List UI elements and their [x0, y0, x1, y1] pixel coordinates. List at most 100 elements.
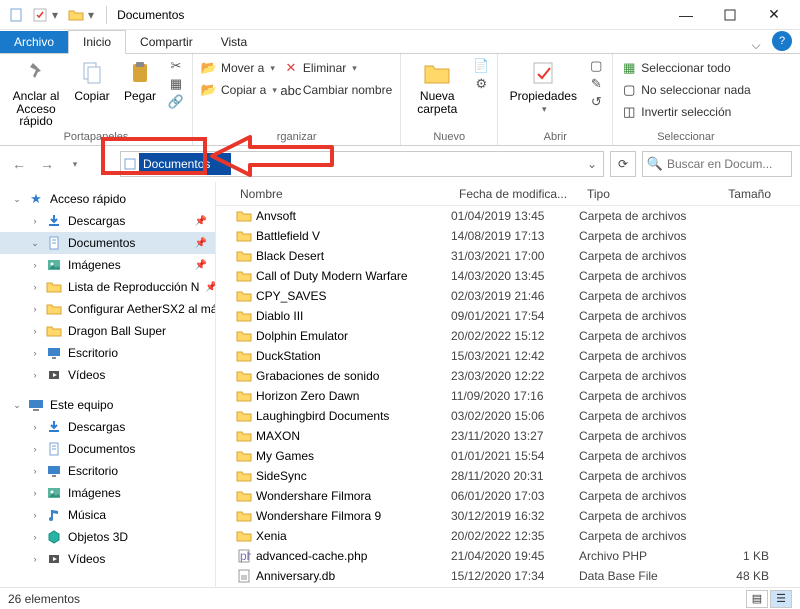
file-row[interactable]: Anniversary.db15/12/2020 17:34Data Base …: [216, 566, 800, 586]
file-row[interactable]: CPY_SAVES02/03/2019 21:46Carpeta de arch…: [216, 286, 800, 306]
invert-selection-button[interactable]: ◫Invertir selección: [621, 102, 750, 122]
file-type: Carpeta de archivos: [579, 389, 709, 403]
file-date: 11/09/2020 17:16: [451, 389, 579, 403]
easy-access-icon[interactable]: ⚙: [473, 76, 489, 92]
nav-item[interactable]: ›Configurar AetherSX2 al má: [0, 298, 215, 320]
paste-icon: [125, 58, 155, 88]
qat-file-icon[interactable]: [8, 7, 24, 23]
invert-selection-icon: ◫: [621, 104, 637, 120]
file-row[interactable]: MAXON23/11/2020 13:27Carpeta de archivos: [216, 426, 800, 446]
this-pc-header[interactable]: ⌄ Este equipo: [0, 394, 215, 416]
open-icon[interactable]: ▢: [588, 58, 604, 74]
move-to-button[interactable]: 📂Mover a▾: [201, 58, 277, 78]
nav-item[interactable]: ›Escritorio: [0, 342, 215, 364]
view-details-button[interactable]: ☰: [770, 590, 792, 608]
nav-item[interactable]: ›Descargas: [0, 416, 215, 438]
folder-icon: [236, 288, 252, 304]
file-row[interactable]: Laughingbird Documents03/02/2020 15:06Ca…: [216, 406, 800, 426]
paste-shortcut-icon[interactable]: 🔗: [168, 94, 184, 110]
col-size[interactable]: Tamaño: [709, 187, 779, 201]
copy-button[interactable]: Copiar: [70, 58, 114, 103]
cut-icon[interactable]: ✂: [168, 58, 184, 74]
file-row[interactable]: Diablo III09/01/2021 17:54Carpeta de arc…: [216, 306, 800, 326]
file-row[interactable]: Battlefield V14/08/2019 17:13Carpeta de …: [216, 226, 800, 246]
properties-button[interactable]: Propiedades ▾: [506, 58, 580, 114]
file-row[interactable]: SideSync28/11/2020 20:31Carpeta de archi…: [216, 466, 800, 486]
status-bar: 26 elementos ▤ ☰: [0, 587, 800, 609]
nav-item-label: Objetos 3D: [68, 530, 128, 544]
file-row[interactable]: Grabaciones de sonido23/03/2020 12:22Car…: [216, 366, 800, 386]
svg-text:php: php: [240, 549, 251, 563]
tab-inicio[interactable]: Inicio: [68, 30, 126, 54]
file-date: 20/02/2022 12:35: [451, 529, 579, 543]
file-row[interactable]: Anvsoft01/04/2019 13:45Carpeta de archiv…: [216, 206, 800, 226]
minimize-button[interactable]: —: [664, 0, 708, 30]
view-large-icons-button[interactable]: ▤: [746, 590, 768, 608]
qat-folder-caret-icon[interactable]: ▾: [88, 8, 94, 22]
new-folder-button[interactable]: Nueva carpeta: [409, 58, 465, 115]
pin-icon: 📌: [195, 216, 207, 227]
nav-item[interactable]: ⌄Documentos📌: [0, 232, 215, 254]
new-item-icon[interactable]: 📄: [473, 58, 489, 74]
forward-button[interactable]: →: [36, 153, 58, 175]
close-button[interactable]: ✕: [752, 0, 796, 30]
file-row[interactable]: Wondershare Filmora 930/12/2019 16:32Car…: [216, 506, 800, 526]
select-none-button[interactable]: ▢No seleccionar nada: [621, 80, 750, 100]
recent-caret-icon[interactable]: ▾: [64, 153, 86, 175]
address-caret-icon[interactable]: ⌄: [581, 157, 603, 171]
search-input[interactable]: [667, 157, 787, 171]
nav-item[interactable]: ›Música: [0, 504, 215, 526]
up-button[interactable]: ↑: [92, 153, 114, 175]
nav-item[interactable]: ›Descargas📌: [0, 210, 215, 232]
nav-item[interactable]: ›Vídeos: [0, 364, 215, 386]
file-row[interactable]: phpadvanced-cache.php21/04/2020 19:45Arc…: [216, 546, 800, 566]
address-input[interactable]: [139, 153, 231, 175]
nav-item[interactable]: ›Vídeos: [0, 548, 215, 570]
rename-button[interactable]: abcCambiar nombre: [283, 80, 392, 100]
nav-item[interactable]: ›Documentos: [0, 438, 215, 460]
file-row[interactable]: Horizon Zero Dawn11/09/2020 17:16Carpeta…: [216, 386, 800, 406]
chevron-right-icon: ›: [30, 488, 40, 498]
paste-button[interactable]: Pegar: [120, 58, 160, 103]
nav-item[interactable]: ›Dragon Ball Super: [0, 320, 215, 342]
picture-icon: [46, 257, 62, 273]
file-row[interactable]: Xenia20/02/2022 12:35Carpeta de archivos: [216, 526, 800, 546]
edit-icon[interactable]: ✎: [588, 76, 604, 92]
qat-caret-icon[interactable]: ▾: [52, 8, 58, 22]
col-type[interactable]: Tipo: [579, 187, 709, 201]
nav-item[interactable]: ›Escritorio: [0, 460, 215, 482]
select-all-button[interactable]: ▦Seleccionar todo: [621, 58, 750, 78]
file-row[interactable]: DuckStation15/03/2021 12:42Carpeta de ar…: [216, 346, 800, 366]
ribbon-collapse-button[interactable]: ⌵: [744, 38, 768, 53]
quick-access-header[interactable]: ⌄ ★ Acceso rápido: [0, 188, 215, 210]
back-button[interactable]: ←: [8, 153, 30, 175]
file-row[interactable]: My Games01/01/2021 15:54Carpeta de archi…: [216, 446, 800, 466]
delete-button[interactable]: ✕Eliminar▾: [283, 58, 392, 78]
file-menu[interactable]: Archivo: [0, 31, 68, 53]
col-name[interactable]: Nombre: [216, 187, 451, 201]
chevron-right-icon: ›: [30, 444, 40, 454]
file-row[interactable]: Wondershare Filmora06/01/2020 17:03Carpe…: [216, 486, 800, 506]
col-date[interactable]: Fecha de modifica...: [451, 187, 579, 201]
maximize-button[interactable]: [708, 0, 752, 30]
tab-vista[interactable]: Vista: [207, 31, 261, 53]
copy-path-icon[interactable]: ▦: [168, 76, 184, 92]
nav-item[interactable]: ›Imágenes: [0, 482, 215, 504]
file-row[interactable]: Black Desert31/03/2021 17:00Carpeta de a…: [216, 246, 800, 266]
nav-item[interactable]: ›Lista de Reproducción N📌: [0, 276, 215, 298]
help-button[interactable]: ?: [772, 31, 792, 51]
tab-compartir[interactable]: Compartir: [126, 31, 207, 53]
pin-quickaccess-button[interactable]: Anclar al Acceso rápido: [8, 58, 64, 128]
qat-properties-icon[interactable]: [32, 7, 48, 23]
file-row[interactable]: Dolphin Emulator20/02/2022 15:12Carpeta …: [216, 326, 800, 346]
file-row[interactable]: Call of Duty Modern Warfare14/03/2020 13…: [216, 266, 800, 286]
qat-folder-icon[interactable]: [68, 7, 84, 23]
refresh-button[interactable]: ⟳: [610, 151, 636, 177]
nav-item[interactable]: ›Objetos 3D: [0, 526, 215, 548]
nav-item[interactable]: ›Imágenes📌: [0, 254, 215, 276]
address-bar[interactable]: ⌄: [120, 151, 604, 177]
history-icon[interactable]: ↺: [588, 94, 604, 110]
nav-item-label: Lista de Reproducción N: [68, 280, 199, 294]
copy-to-button[interactable]: 📂Copiar a▾: [201, 80, 277, 100]
search-box[interactable]: 🔍: [642, 151, 792, 177]
